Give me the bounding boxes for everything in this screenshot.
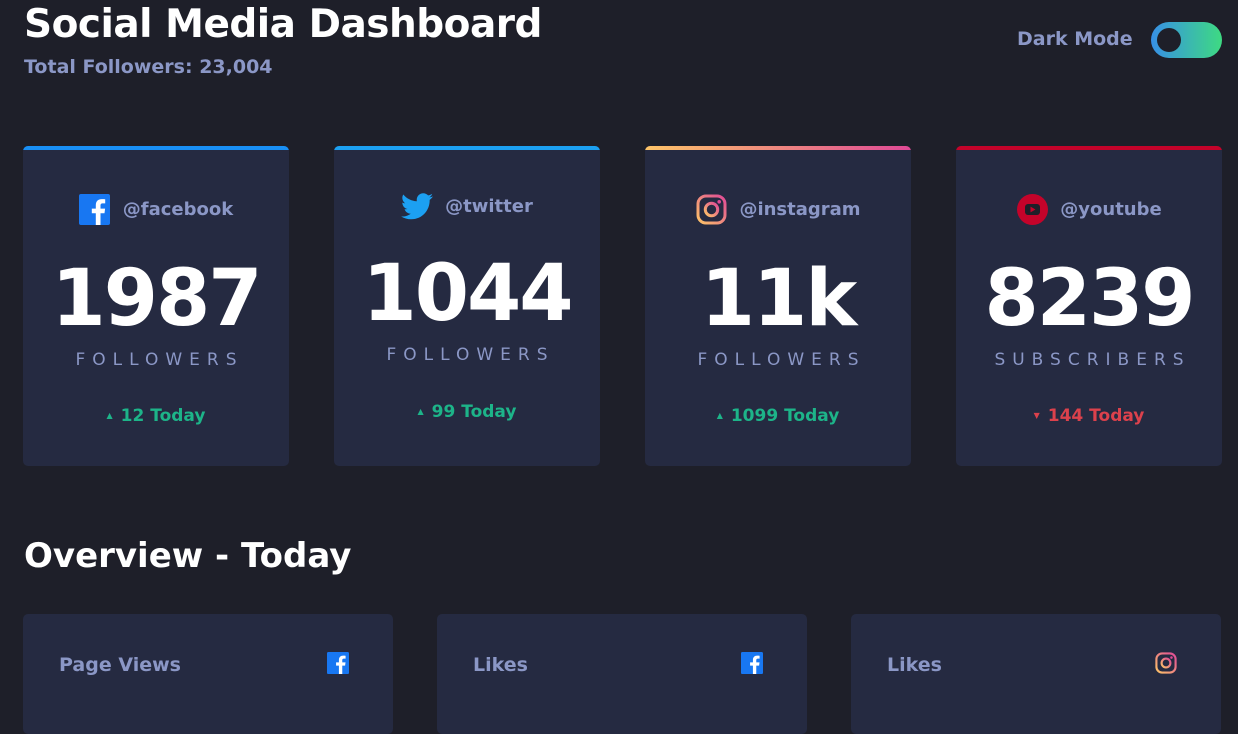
arrow-down-icon: ▼ (1033, 410, 1040, 420)
daily-change: ▼ 144 Today (956, 406, 1222, 426)
overview-card-instagram-likes[interactable]: Likes (851, 614, 1221, 734)
follower-count: 11k (700, 254, 857, 344)
arrow-up-icon: ▲ (417, 406, 424, 416)
card-header: @twitter (334, 188, 600, 224)
card-instagram[interactable]: @instagram 11k FOLLOWERS ▲ 1099 Today (645, 146, 911, 466)
toggle-knob (1157, 28, 1181, 52)
page-title: Social Media Dashboard (24, 2, 542, 47)
card-header: @youtube (956, 191, 1222, 227)
daily-change-text: 144 Today (1047, 406, 1145, 426)
arrow-up-icon: ▲ (716, 410, 723, 420)
facebook-icon (327, 652, 349, 674)
count-unit: FOLLOWERS (697, 350, 866, 370)
subscriber-count: 8239 (984, 254, 1195, 344)
arrow-up-icon: ▲ (106, 410, 113, 420)
card-youtube[interactable]: @youtube 8239 SUBSCRIBERS ▼ 144 Today (956, 146, 1222, 466)
facebook-icon (79, 193, 111, 225)
overview-card-facebook-likes[interactable]: Likes (437, 614, 807, 734)
overview-card-page-views[interactable]: Page Views (23, 614, 393, 734)
daily-change: ▲ 1099 Today (645, 406, 911, 426)
count-unit: FOLLOWERS (75, 350, 244, 370)
daily-change-text: 1099 Today (730, 406, 840, 426)
card-facebook[interactable]: @facebook 1987 FOLLOWERS ▲ 12 Today (23, 146, 289, 466)
card-twitter[interactable]: @twitter 1044 FOLLOWERS ▲ 99 Today (334, 146, 600, 466)
card-handle: @instagram (739, 198, 861, 220)
card-handle: @twitter (445, 195, 533, 217)
card-header: @instagram (645, 191, 911, 227)
card-header: @facebook (23, 191, 289, 227)
dark-mode-label: Dark Mode (1017, 28, 1133, 50)
follower-count: 1044 (362, 249, 573, 339)
daily-change-text: 12 Today (120, 406, 206, 426)
dark-mode-toggle[interactable] (1151, 22, 1222, 58)
instagram-icon (1155, 652, 1177, 674)
count-unit: SUBSCRIBERS (994, 350, 1191, 370)
card-accent-bar (334, 146, 600, 150)
card-accent-bar (645, 146, 911, 150)
card-accent-bar (956, 146, 1222, 150)
twitter-icon (401, 190, 434, 222)
total-followers: Total Followers: 23,004 (24, 56, 273, 78)
daily-change-text: 99 Today (431, 402, 517, 422)
follower-count: 1987 (51, 254, 262, 344)
card-handle: @facebook (122, 198, 234, 220)
instagram-icon (695, 193, 727, 225)
overview-title: Overview - Today (24, 536, 352, 576)
card-handle: @youtube (1060, 198, 1162, 220)
daily-change: ▲ 12 Today (23, 406, 289, 426)
count-unit: FOLLOWERS (386, 345, 555, 365)
daily-change: ▲ 99 Today (334, 402, 600, 422)
dashboard-header: Social Media Dashboard Total Followers: … (0, 0, 1238, 100)
facebook-icon (741, 652, 763, 674)
youtube-icon (1016, 193, 1048, 225)
card-accent-bar (23, 146, 289, 150)
